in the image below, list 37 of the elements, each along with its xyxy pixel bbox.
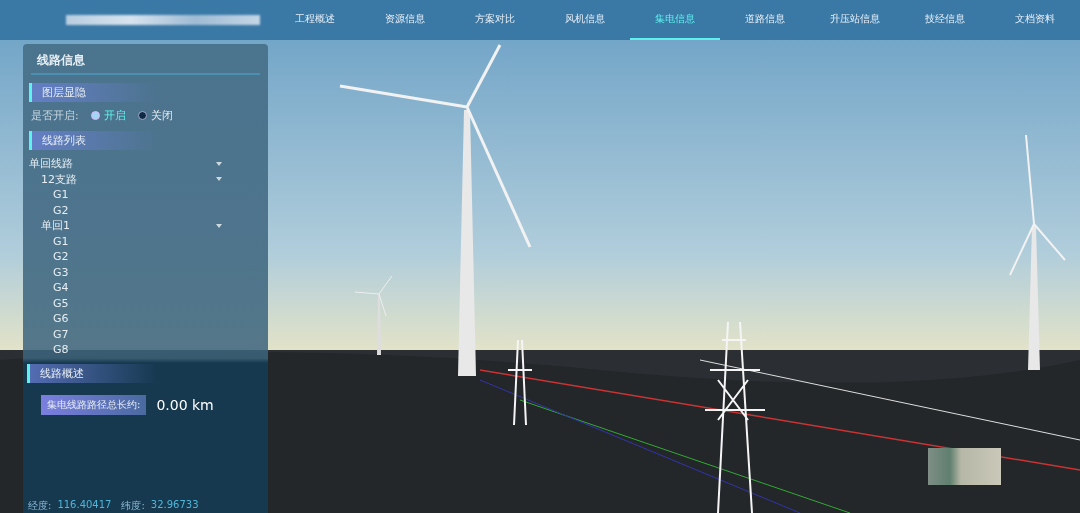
tree-item[interactable]: G2 — [53, 203, 69, 217]
tree-item[interactable]: G3 — [53, 265, 69, 279]
tree-item[interactable]: G2 — [53, 250, 69, 264]
tree-item[interactable]: G4 — [53, 281, 69, 295]
radio-option[interactable]: 开启 — [90, 108, 126, 123]
nav-tab[interactable]: 工程概述 — [270, 0, 360, 40]
nav-tab[interactable]: 技经信息 — [900, 0, 990, 40]
length-tag: 集电线路路径总长约: — [41, 395, 147, 415]
length-value: 0.00 km — [156, 397, 214, 413]
tree-item[interactable]: G6 — [53, 312, 69, 326]
radio-option[interactable]: 关闭 — [137, 108, 173, 123]
nav-tab[interactable]: 升压站信息 — [810, 0, 900, 40]
latitude-value: 32.96733 — [150, 499, 199, 512]
longitude-label: 经度: — [28, 499, 52, 513]
tree-item[interactable]: G1 — [53, 234, 69, 248]
latitude-label: 纬度: — [121, 499, 145, 513]
nav-tab[interactable]: 方案对比 — [450, 0, 540, 40]
radio-label: 开启 — [103, 108, 126, 123]
nav-tab[interactable]: 道路信息 — [720, 0, 810, 40]
tree-item[interactable]: 12支路 — [41, 171, 77, 187]
nav-tab[interactable]: 资源信息 — [360, 0, 450, 40]
panel-title: 线路信息 — [31, 52, 260, 75]
nav-tab[interactable]: 风机信息 — [540, 0, 630, 40]
tree-item[interactable]: G7 — [53, 327, 69, 341]
caret-icon[interactable] — [216, 223, 222, 228]
tree-item[interactable]: 单回1 — [41, 218, 70, 234]
caret-icon[interactable] — [216, 161, 222, 166]
tree-item[interactable]: G5 — [53, 296, 69, 310]
longitude-value: 116.40417 — [57, 499, 112, 512]
field-label: 是否开启: — [31, 108, 79, 123]
caret-icon[interactable] — [216, 177, 222, 182]
tree-item[interactable]: 单回线路 — [29, 156, 73, 172]
basemap-thumbnail[interactable] — [928, 448, 1001, 485]
nav-tab[interactable]: 文档资料 — [990, 0, 1080, 40]
radio-label: 关闭 — [150, 108, 173, 123]
tree-item[interactable]: G8 — [53, 343, 69, 357]
tree-item[interactable]: G1 — [53, 188, 69, 202]
